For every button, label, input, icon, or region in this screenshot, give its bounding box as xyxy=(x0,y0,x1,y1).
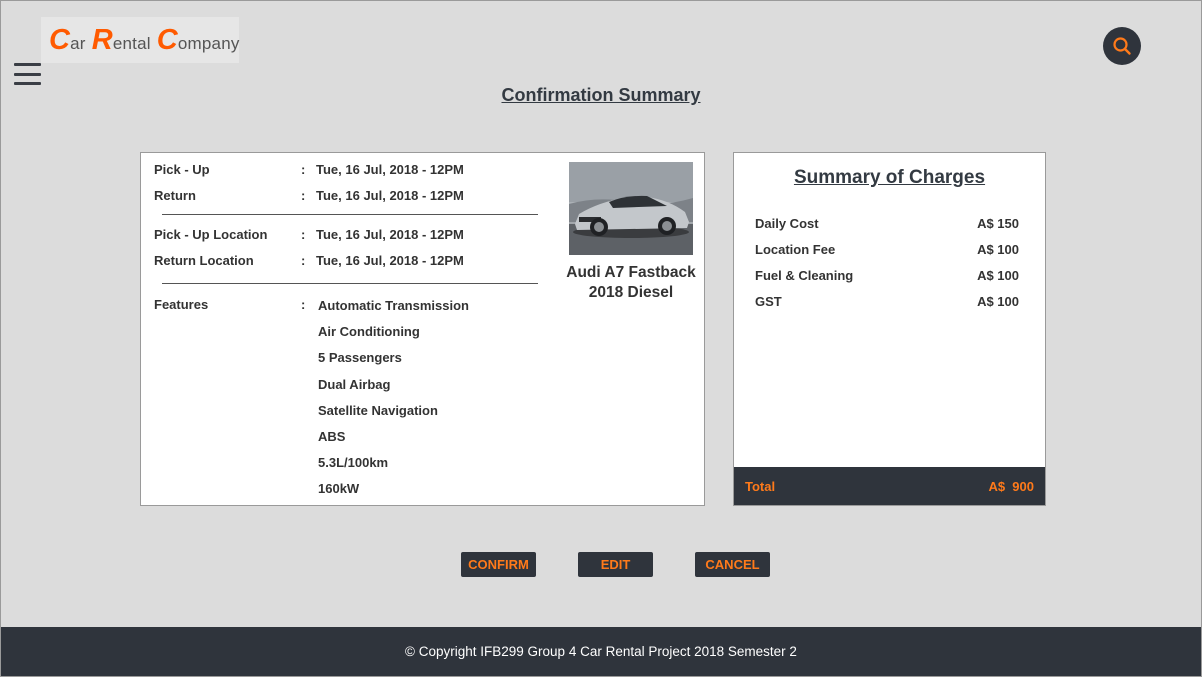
return-value: Tue, 16 Jul, 2018 - 12PM xyxy=(316,188,464,203)
charges-title: Summary of Charges xyxy=(793,167,986,188)
return-label: Return xyxy=(154,188,196,203)
pickup-location-label: Pick - Up Location xyxy=(154,227,268,242)
feature-item: Automatic Transmission xyxy=(318,298,469,313)
total-bar: Total A$ 900 xyxy=(734,467,1045,505)
divider xyxy=(162,214,538,215)
confirm-button[interactable]: CONFIRM xyxy=(461,552,536,577)
booking-details-panel: Pick - Up : Tue, 16 Jul, 2018 - 12PM Ret… xyxy=(140,152,705,506)
pickup-value: Tue, 16 Jul, 2018 - 12PM xyxy=(316,162,464,177)
hamburger-menu-icon[interactable] xyxy=(14,63,41,85)
feature-item: ABS xyxy=(318,428,346,444)
features-label: Features xyxy=(154,297,209,312)
total-label: Total xyxy=(745,479,776,494)
feature-item: Dual Airbag xyxy=(318,376,391,392)
edit-button[interactable]: EDIT xyxy=(578,552,653,577)
search-button[interactable] xyxy=(1103,27,1141,65)
feature-item: 160kW xyxy=(318,481,360,497)
pickup-label: Pick - Up xyxy=(154,162,210,177)
total-amount: A$ 900 xyxy=(988,479,1034,494)
charge-row-daily-cost: Daily Cost A$ 150 xyxy=(755,216,1019,231)
page-title: Confirmation Summary xyxy=(501,85,701,105)
features-list: Automatic Transmission Air Conditioning … xyxy=(318,298,469,508)
feature-item: Air Conditioning xyxy=(318,324,420,340)
charge-row-gst: GST A$ 100 xyxy=(755,294,1019,309)
feature-item: 5.3L/100km xyxy=(318,455,389,471)
return-location-value: Tue, 16 Jul, 2018 - 12PM xyxy=(316,253,464,268)
cancel-button[interactable]: CANCEL xyxy=(695,552,770,577)
company-logo[interactable]: Car Rental Company xyxy=(41,17,239,63)
search-icon xyxy=(1113,37,1131,55)
charge-row-location-fee: Location Fee A$ 100 xyxy=(755,242,1019,257)
return-location-label: Return Location xyxy=(154,253,254,268)
charge-row-fuel-cleaning: Fuel & Cleaning A$ 100 xyxy=(755,268,1019,283)
pickup-location-value: Tue, 16 Jul, 2018 - 12PM xyxy=(316,227,464,242)
footer-copyright: © Copyright IFB299 Group 4 Car Rental Pr… xyxy=(1,627,1201,676)
logo-word-company: Company xyxy=(156,23,240,56)
car-name: Audi A7 Fastback 2018 Diesel xyxy=(566,264,696,301)
logo-word-rental: Rental xyxy=(91,23,151,56)
feature-item: Satellite Navigation xyxy=(318,402,438,418)
logo-word-car: Car xyxy=(49,23,86,56)
divider xyxy=(162,283,538,284)
charges-panel: Summary of Charges Daily Cost A$ 150 Loc… xyxy=(733,152,1046,506)
feature-item: 5 Passengers xyxy=(318,350,402,366)
car-photo xyxy=(569,162,693,255)
